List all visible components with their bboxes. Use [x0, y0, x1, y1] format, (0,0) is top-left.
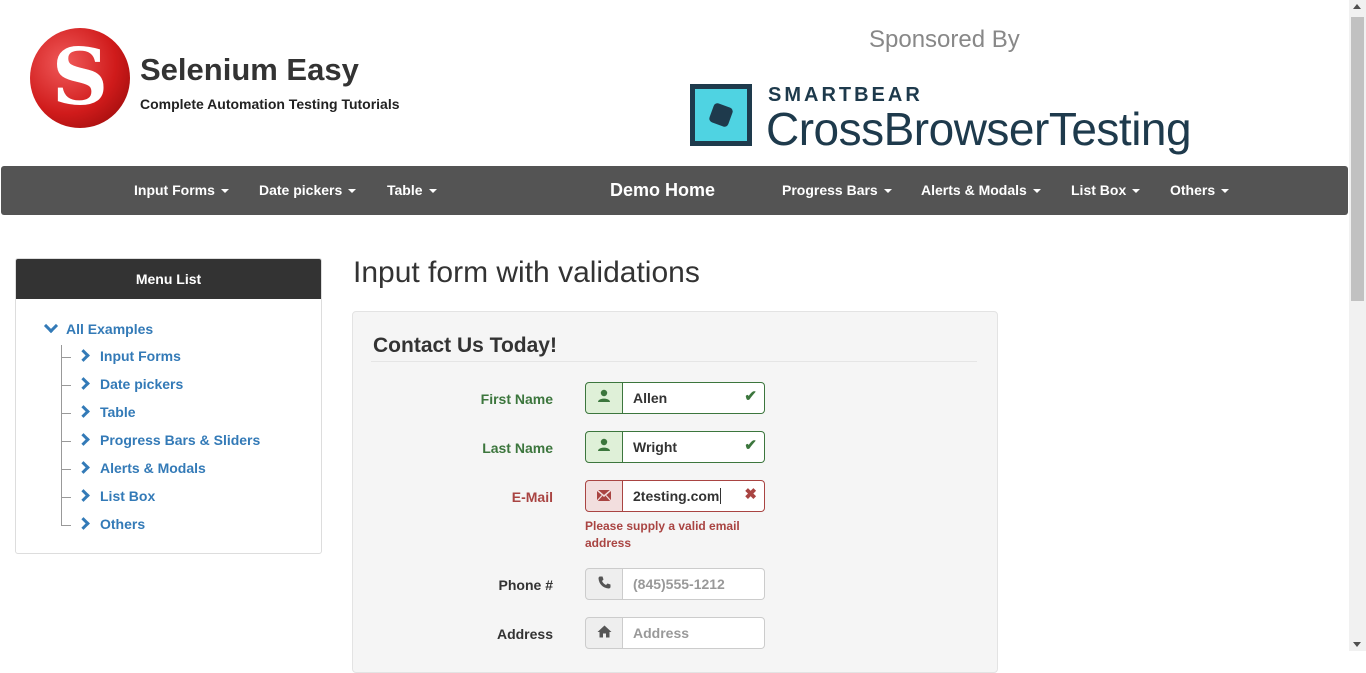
- chevron-right-icon: [77, 405, 90, 418]
- last-name-label: Last Name: [482, 440, 553, 456]
- sponsor-product[interactable]: CrossBrowserTesting: [766, 102, 1192, 156]
- caret-down-icon: [428, 189, 437, 194]
- tree-item-label: List Box: [100, 488, 156, 504]
- legend-divider: [371, 361, 977, 362]
- phone-label: Phone #: [498, 577, 553, 593]
- main-navbar: Input Forms Date pickers Table Demo Home…: [1, 166, 1348, 215]
- nav-others[interactable]: Others: [1170, 166, 1230, 215]
- scroll-up-arrow-icon[interactable]: [1353, 4, 1361, 9]
- first-name-group: Allen ✔: [585, 382, 765, 414]
- nav-input-forms-label: Input Forms: [134, 182, 215, 198]
- tree-item-progress-bars[interactable]: Progress Bars & Sliders: [61, 430, 260, 450]
- check-icon: ✔: [744, 388, 757, 405]
- tree-branch: [61, 496, 71, 498]
- tree-branch: [61, 524, 71, 526]
- tree-branch: [61, 356, 71, 358]
- site-tagline: Complete Automation Testing Tutorials: [140, 96, 400, 112]
- nav-progress-bars[interactable]: Progress Bars: [782, 166, 892, 215]
- caret-down-icon: [1032, 189, 1041, 194]
- tree-root-label: All Examples: [66, 321, 154, 337]
- menu-list-heading: Menu List: [16, 259, 321, 299]
- tree-item-table[interactable]: Table: [61, 402, 136, 422]
- tree-item-date-pickers[interactable]: Date pickers: [61, 374, 183, 394]
- tree-item-label: Progress Bars & Sliders: [100, 432, 261, 448]
- email-label: E-Mail: [511, 489, 553, 505]
- tree-all-examples[interactable]: All Examples: [43, 318, 154, 337]
- chevron-right-icon: [77, 461, 90, 474]
- phone-icon: [585, 568, 623, 600]
- caret-down-icon: [1132, 189, 1141, 194]
- form-legend: Contact Us Today!: [373, 334, 557, 357]
- email-error-message: Please supply a valid email address: [585, 519, 740, 550]
- smartbear-logo-icon[interactable]: [690, 84, 752, 146]
- user-icon: [585, 382, 623, 414]
- error-x-icon: ✖: [744, 486, 757, 503]
- smartbear-logo-core: [708, 102, 734, 128]
- email-value: 2testing.com: [633, 488, 720, 504]
- nav-table-label: Table: [387, 182, 423, 198]
- smartbear-logo-inner: [695, 89, 747, 141]
- first-name-label: First Name: [480, 391, 553, 407]
- page-scrollbar[interactable]: [1349, 0, 1366, 651]
- address-group: Address: [585, 617, 765, 649]
- caret-down-icon: [348, 189, 357, 194]
- tree-branch: [61, 440, 71, 442]
- nav-alerts-modals-label: Alerts & Modals: [921, 182, 1027, 198]
- address-label: Address: [496, 626, 553, 642]
- nav-table[interactable]: Table: [387, 166, 437, 215]
- chevron-right-icon: [77, 349, 90, 362]
- caret-down-icon: [883, 189, 892, 194]
- tree-item-label: Table: [100, 404, 136, 420]
- caret-down-icon: [1221, 189, 1230, 194]
- site-title[interactable]: Selenium Easy: [140, 52, 359, 88]
- tree-item-label: Date pickers: [100, 376, 184, 392]
- caret-down-icon: [220, 189, 229, 194]
- user-icon: [585, 431, 623, 463]
- tree-branch: [61, 468, 71, 470]
- nav-alerts-modals[interactable]: Alerts & Modals: [921, 166, 1041, 215]
- tree-item-alerts-modals[interactable]: Alerts & Modals: [61, 458, 206, 478]
- page-title: Input form with validations: [353, 256, 700, 289]
- nav-list-box[interactable]: List Box: [1071, 166, 1141, 215]
- scroll-thumb[interactable]: [1351, 17, 1364, 301]
- scroll-down-arrow-icon[interactable]: [1353, 642, 1361, 647]
- nav-list-box-label: List Box: [1071, 182, 1127, 198]
- contact-form-panel: Contact Us Today! First Name Allen ✔ Las…: [352, 311, 998, 673]
- email-group: 2testing.com ✖: [585, 480, 765, 512]
- chevron-right-icon: [77, 377, 90, 390]
- nav-date-pickers-label: Date pickers: [259, 182, 343, 198]
- chevron-right-icon: [77, 489, 90, 502]
- tree-item-input-forms[interactable]: Input Forms: [61, 346, 181, 366]
- chevron-right-icon: [77, 433, 90, 446]
- phone-input[interactable]: (845)555-1212: [623, 568, 765, 600]
- nav-progress-bars-label: Progress Bars: [782, 182, 878, 198]
- selenium-easy-logo[interactable]: S: [30, 28, 130, 128]
- home-icon: [585, 617, 623, 649]
- address-input[interactable]: Address: [623, 617, 765, 649]
- nav-date-pickers[interactable]: Date pickers: [259, 166, 357, 215]
- nav-demo-home[interactable]: Demo Home: [610, 166, 715, 215]
- menu-list-panel: Menu List All Examples Input Forms Date …: [15, 258, 322, 554]
- nav-input-forms[interactable]: Input Forms: [134, 166, 229, 215]
- last-name-group: Wright ✔: [585, 431, 765, 463]
- phone-group: (845)555-1212: [585, 568, 765, 600]
- envelope-icon: [585, 480, 623, 512]
- tree-item-label: Alerts & Modals: [100, 460, 206, 476]
- tree-branch: [61, 384, 71, 386]
- logo-letter: S: [51, 32, 109, 123]
- sponsored-by-label: Sponsored By: [869, 26, 1020, 53]
- check-icon: ✔: [744, 437, 757, 454]
- tree-item-others[interactable]: Others: [61, 514, 145, 534]
- tree-branch: [61, 412, 71, 414]
- tree-item-label: Input Forms: [100, 348, 181, 364]
- chevron-down-icon: [43, 318, 59, 334]
- tree-item-list-box[interactable]: List Box: [61, 486, 155, 506]
- tree-item-label: Others: [100, 516, 146, 532]
- nav-others-label: Others: [1170, 182, 1216, 198]
- text-cursor: [720, 488, 722, 504]
- chevron-right-icon: [77, 517, 90, 530]
